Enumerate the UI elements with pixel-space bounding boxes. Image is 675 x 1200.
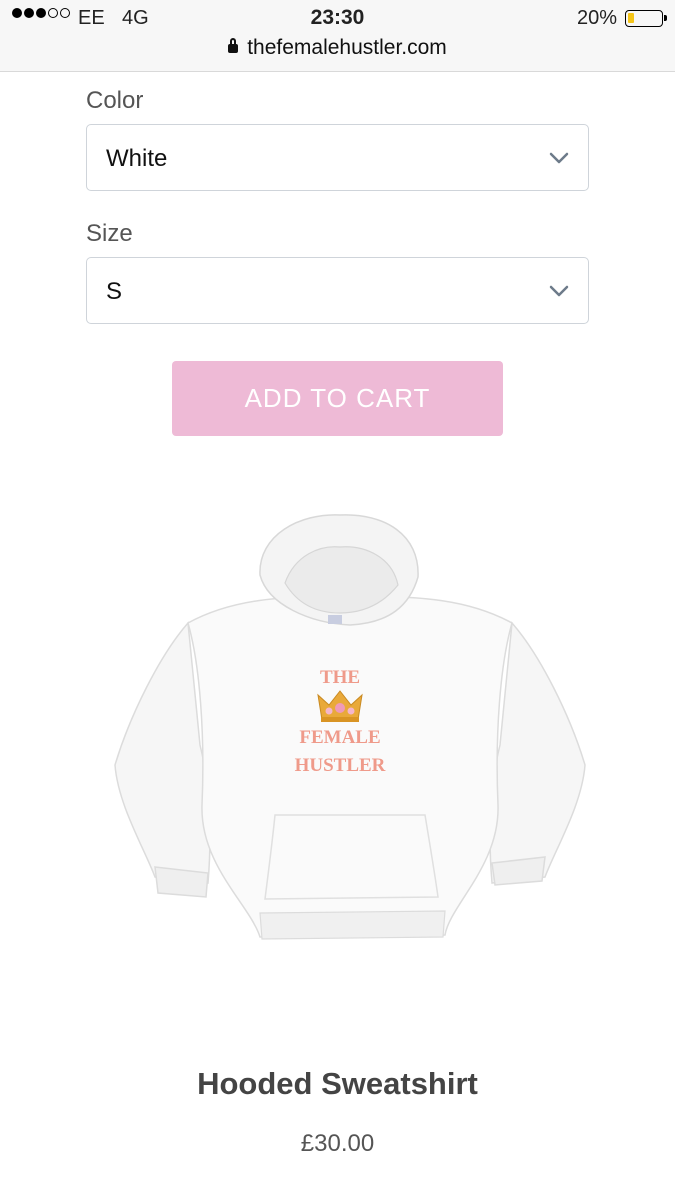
size-select-value: S <box>106 278 123 305</box>
print-line-3: HUSTLER <box>295 755 386 776</box>
product-title: Hooded Sweatshirt <box>197 1066 478 1101</box>
neck-tag <box>328 615 342 624</box>
address-bar[interactable]: thefemalehustler.com <box>0 36 675 60</box>
waistband <box>259 910 446 940</box>
lock-icon <box>228 38 239 53</box>
size-select[interactable]: S <box>86 257 589 324</box>
print-line-1: THE <box>320 667 360 688</box>
left-cuff <box>154 866 209 898</box>
chevron-down-icon <box>549 152 569 164</box>
battery-percent: 20% <box>576 7 617 29</box>
battery-level <box>628 13 634 23</box>
product-image[interactable]: THE FEMALE HUSTLER <box>100 505 600 950</box>
browser-chrome: EE 4G 23:30 20% thefemalehustler.com <box>0 0 675 72</box>
battery-icon <box>625 10 667 27</box>
chevron-down-icon <box>549 285 569 297</box>
url-text: thefemalehustler.com <box>247 36 447 59</box>
product-price: £30.00 <box>300 1130 375 1157</box>
status-bar: EE 4G 23:30 20% <box>0 6 675 32</box>
add-to-cart-button[interactable]: ADD TO CART <box>172 361 503 436</box>
status-time: 23:30 <box>310 6 365 29</box>
color-select[interactable]: White <box>86 124 589 191</box>
size-label: Size <box>86 220 133 247</box>
color-select-value: White <box>106 145 168 172</box>
print-line-2: FEMALE <box>299 727 380 748</box>
color-label: Color <box>86 87 144 114</box>
